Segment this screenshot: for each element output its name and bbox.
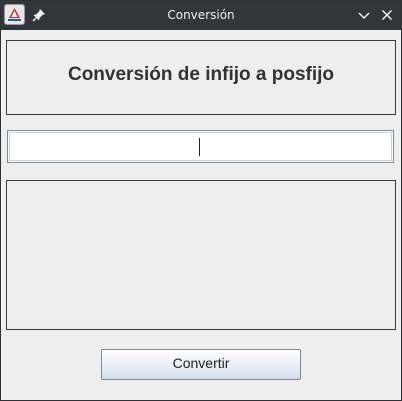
- window-title: Conversión: [167, 8, 235, 22]
- close-icon[interactable]: [379, 7, 395, 23]
- expression-input[interactable]: [7, 130, 394, 163]
- convert-button[interactable]: Convertir: [101, 349, 301, 380]
- result-area: [6, 180, 396, 330]
- app-window: Conversión Conversión de infijo a posfij…: [0, 0, 402, 401]
- text-caret: [199, 138, 200, 156]
- title-bar[interactable]: Conversión: [1, 1, 401, 30]
- header-panel: Conversión de infijo a posfijo: [6, 40, 396, 115]
- page-title: Conversión de infijo a posfijo: [67, 64, 335, 85]
- chevron-down-icon[interactable]: [356, 7, 372, 23]
